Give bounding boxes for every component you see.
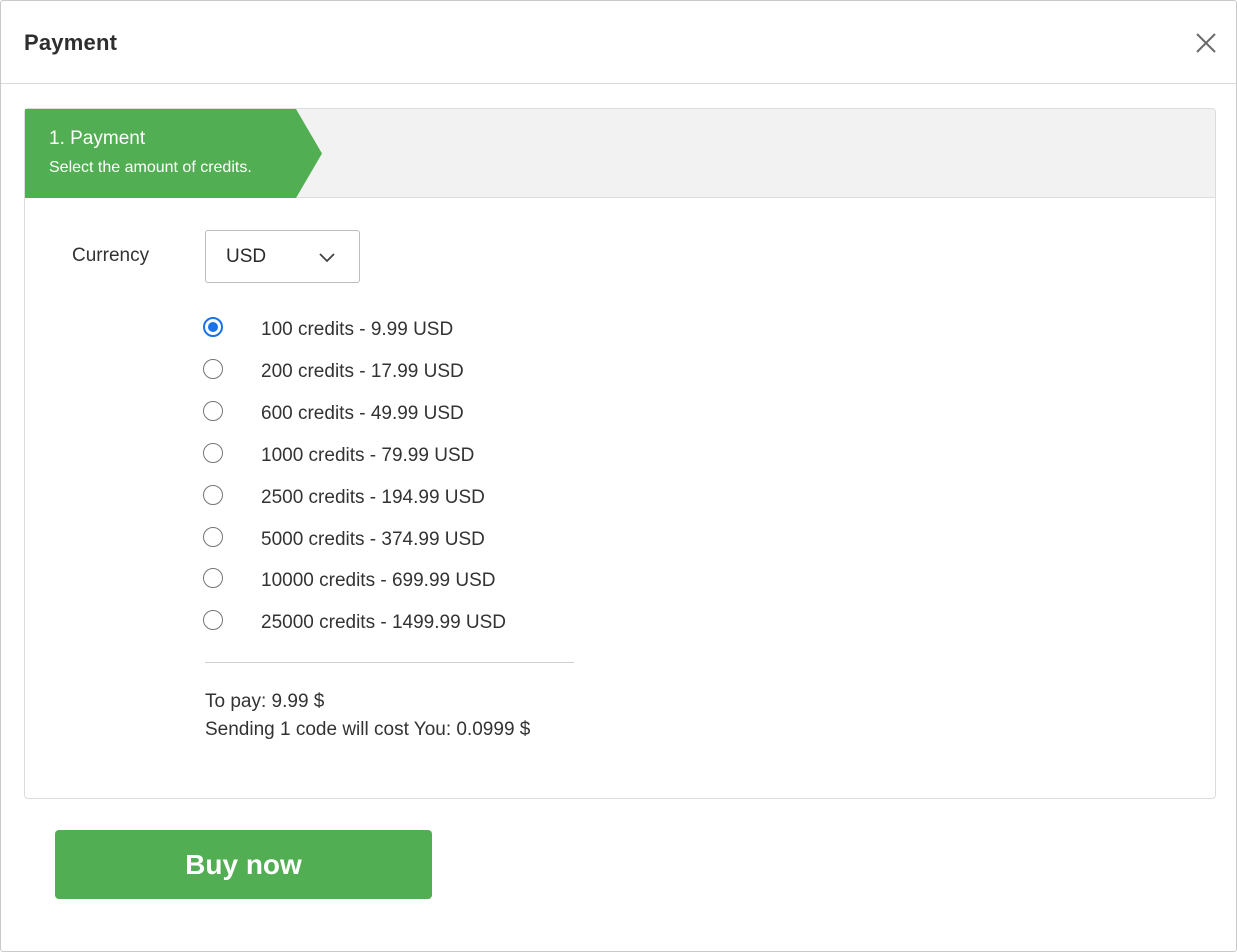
close-icon: [1196, 33, 1216, 53]
credit-option-label: 600 credits - 49.99 USD: [261, 403, 464, 424]
radio-button[interactable]: [203, 359, 223, 379]
radio-button[interactable]: [203, 610, 223, 630]
credit-option-label: 25000 credits - 1499.99 USD: [261, 612, 507, 633]
credit-option[interactable]: 1000 credits - 79.99 USD: [203, 443, 623, 473]
credit-option[interactable]: 10000 credits - 699.99 USD: [203, 568, 623, 598]
currency-select[interactable]: USD: [205, 230, 360, 283]
credit-option-label: 1000 credits - 79.99 USD: [261, 445, 475, 466]
step-title: 1. Payment: [49, 128, 146, 149]
chevron-down-icon: [319, 253, 335, 263]
radio-button[interactable]: [203, 443, 223, 463]
step-subtitle: Select the amount of credits.: [49, 159, 252, 176]
credit-option[interactable]: 25000 credits - 1499.99 USD: [203, 610, 623, 640]
credit-option-label: 10000 credits - 699.99 USD: [261, 570, 496, 591]
credit-option[interactable]: 5000 credits - 374.99 USD: [203, 527, 623, 557]
currency-value: USD: [226, 246, 267, 267]
credit-option[interactable]: 200 credits - 17.99 USD: [203, 359, 623, 389]
radio-button[interactable]: [203, 568, 223, 588]
credit-option[interactable]: 2500 credits - 194.99 USD: [203, 485, 623, 515]
radio-button[interactable]: [203, 317, 223, 337]
to-pay-amount: To pay: 9.99 $: [205, 691, 325, 712]
buy-now-button[interactable]: Buy now: [55, 830, 432, 899]
payment-panel: 1. Payment Select the amount of credits.…: [24, 108, 1216, 799]
credit-option[interactable]: 600 credits - 49.99 USD: [203, 401, 623, 431]
modal-header: Payment: [1, 1, 1236, 84]
step-arrow-shape: [25, 109, 322, 198]
step-payment: 1. Payment Select the amount of credits.: [25, 109, 322, 198]
credit-option-label: 100 credits - 9.99 USD: [261, 319, 454, 340]
summary-divider: [205, 662, 574, 663]
code-cost-text: Sending 1 code will cost You: 0.0999 $: [205, 719, 531, 740]
credit-option[interactable]: 100 credits - 9.99 USD: [203, 317, 623, 347]
credit-option-label: 5000 credits - 374.99 USD: [261, 529, 485, 550]
credit-option-label: 200 credits - 17.99 USD: [261, 361, 464, 382]
credit-option-label: 2500 credits - 194.99 USD: [261, 487, 485, 508]
radio-button[interactable]: [203, 527, 223, 547]
currency-label: Currency: [72, 245, 150, 266]
close-button[interactable]: [1191, 28, 1221, 58]
radio-button[interactable]: [203, 401, 223, 421]
modal-title: Payment: [24, 30, 118, 55]
radio-button[interactable]: [203, 485, 223, 505]
payment-modal: Payment 1. Payment Select the amount of …: [0, 0, 1237, 952]
steps-bar: 1. Payment Select the amount of credits.: [25, 109, 1215, 198]
